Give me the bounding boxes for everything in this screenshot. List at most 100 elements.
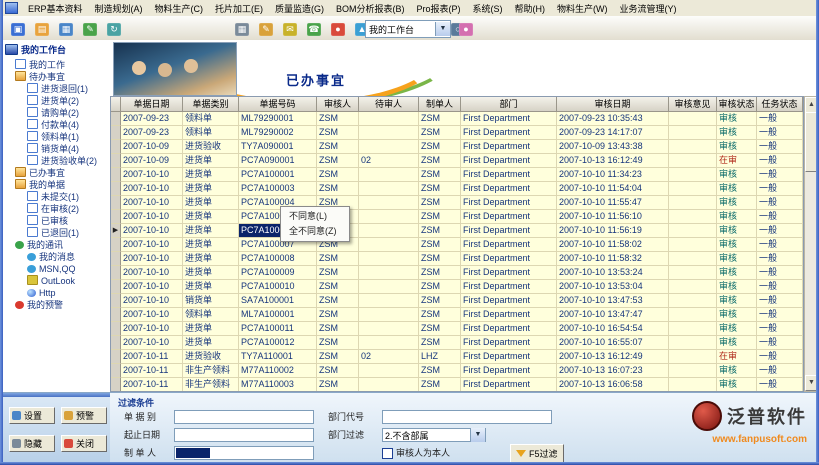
table-row[interactable]: 2007-10-10进货单PC7A100003ZSMZSMFirst Depar… — [111, 182, 803, 196]
sidebar-item[interactable]: 请购单(2) — [3, 107, 110, 119]
column-header[interactable]: 待审人 — [359, 97, 419, 112]
column-header[interactable]: 制单人 — [419, 97, 461, 112]
sidebar-item[interactable]: 领料单(1) — [3, 131, 110, 143]
notepad-icon[interactable]: ✎ — [255, 19, 277, 39]
save-icon[interactable]: ▦ — [55, 19, 77, 39]
auditor-is-self-checkbox[interactable] — [382, 448, 393, 459]
table-row[interactable]: 2007-09-23领料单ML79290002ZSMZSMFirst Depar… — [111, 126, 803, 140]
table-row[interactable]: 2007-10-10进货单PC7A100009ZSMZSMFirst Depar… — [111, 266, 803, 280]
sidebar-item[interactable]: 我的通讯 — [3, 239, 110, 251]
chevron-down-icon[interactable]: ▼ — [435, 22, 450, 36]
sidebar-item[interactable]: 销货单(4) — [3, 143, 110, 155]
sidebar-item[interactable]: MSN,QQ — [3, 263, 110, 275]
sidebar-item[interactable]: 我的单据 — [3, 179, 110, 191]
refresh-icon[interactable]: ↻ — [103, 19, 125, 39]
menu-item[interactable]: 系统(S) — [467, 3, 509, 15]
sidebar-item[interactable]: 未提交(1) — [3, 191, 110, 203]
table-row[interactable]: 2007-10-10销货单SA7A100001ZSMZSMFirst Depar… — [111, 294, 803, 308]
menu-item[interactable]: 物料生产(W) — [551, 3, 614, 15]
column-header[interactable]: 审核人 — [317, 97, 359, 112]
sidebar-item[interactable]: 已办事宜 — [3, 167, 110, 179]
table-row[interactable]: ▶2007-10-10进货单PC7A100006ZSMZSMFirst Depa… — [111, 224, 803, 238]
table-row[interactable]: 2007-10-11非生产领料M77A110003ZSMZSMFirst Dep… — [111, 378, 803, 392]
new-doc-icon[interactable]: ▣ — [7, 19, 29, 39]
brand-url[interactable]: www.fanpusoft.com — [692, 434, 807, 445]
date-range-input[interactable] — [174, 428, 314, 442]
column-header[interactable]: 部门 — [461, 97, 557, 112]
table-row[interactable]: 2007-10-10进货单PC7A100011ZSMZSMFirst Depar… — [111, 322, 803, 336]
column-header[interactable]: 审核意见 — [669, 97, 717, 112]
row-indicator — [111, 182, 121, 196]
sidebar-item[interactable]: 在审核(2) — [3, 203, 110, 215]
sidebar-item[interactable]: 我的工作 — [3, 59, 110, 71]
column-header[interactable]: 审核状态 — [717, 97, 757, 112]
table-row[interactable]: 2007-10-11非生产领料M77A110002ZSMZSMFirst Dep… — [111, 364, 803, 378]
f5-filter-button[interactable]: F5过滤 — [510, 444, 564, 463]
filter-panel: 过滤条件 单 据 别 部门代号 起止日期 部门过滤 2.不含部属 ▼ 制 单 人… — [110, 392, 819, 462]
menu-item[interactable]: 托片加工(E) — [209, 3, 269, 15]
edit-icon[interactable]: ✎ — [79, 19, 101, 39]
alert-button[interactable]: 预警 — [61, 407, 107, 424]
settings-button[interactable]: 设置 — [9, 407, 55, 424]
table-row[interactable]: 2007-10-10进货单PC7A100012ZSMZSMFirst Depar… — [111, 336, 803, 350]
calculator-icon[interactable]: ▦ — [231, 19, 253, 39]
doc-icon — [27, 131, 38, 141]
context-menu: 不同意(L)全不同意(Z) — [280, 206, 350, 242]
column-header[interactable]: 单据日期 — [121, 97, 183, 112]
menu-item[interactable]: 帮助(H) — [509, 3, 552, 15]
sidebar-item-label: 我的消息 — [39, 252, 75, 262]
row-indicator — [111, 280, 121, 294]
user-icon[interactable]: ● — [455, 19, 477, 39]
alarm-icon[interactable]: ● — [327, 19, 349, 39]
table-row[interactable]: 2007-09-23领料单ML79290001ZSMZSMFirst Depar… — [111, 112, 803, 126]
table-cell — [359, 252, 419, 266]
column-header[interactable]: 任务状态 — [757, 97, 803, 112]
table-row[interactable]: 2007-10-11进货验收TY7A110001ZSM02LHZFirst De… — [111, 350, 803, 364]
folder-icon — [15, 179, 26, 189]
column-header[interactable]: 审核日期 — [557, 97, 669, 112]
sidebar-item[interactable]: 我的预警 — [3, 299, 110, 311]
table-row[interactable]: 2007-10-10进货单PC7A100005ZSMZSMFirst Depar… — [111, 210, 803, 224]
sidebar-item[interactable]: 付款单(4) — [3, 119, 110, 131]
menu-item[interactable]: 质量监造(G) — [269, 3, 330, 15]
sidebar-item[interactable]: 进货验收单(2) — [3, 155, 110, 167]
column-header[interactable]: 单据类别 — [183, 97, 239, 112]
table-row[interactable]: 2007-10-10进货单PC7A100010ZSMZSMFirst Depar… — [111, 280, 803, 294]
menu-item[interactable]: Pro报表(P) — [411, 3, 467, 15]
menu-item[interactable]: 制造规划(A) — [89, 3, 149, 15]
sidebar-item[interactable]: 已审核 — [3, 215, 110, 227]
table-row[interactable]: 2007-10-09进货验收TY7A090001ZSMZSMFirst Depa… — [111, 140, 803, 154]
open-folder-icon[interactable]: ▤ — [31, 19, 53, 39]
sidebar-item[interactable]: OutLook — [3, 275, 110, 287]
table-row[interactable]: 2007-10-10进货单PC7A100008ZSMZSMFirst Depar… — [111, 252, 803, 266]
sidebar-item[interactable]: 进货单(2) — [3, 95, 110, 107]
table-row[interactable]: 2007-10-10领料单ML7A100001ZSMZSMFirst Depar… — [111, 308, 803, 322]
sidebar-item[interactable]: 进货退回(1) — [3, 83, 110, 95]
workspace-combobox[interactable]: 我的工作台 ▼ — [365, 20, 451, 38]
menu-item[interactable]: 物料生产(C) — [149, 3, 210, 15]
creator-input[interactable] — [174, 446, 314, 460]
sidebar-item[interactable]: 已退回(1) — [3, 227, 110, 239]
sidebar-item[interactable]: Http — [3, 287, 110, 299]
dept-filter-dropdown[interactable]: 2.不含部属 ▼ — [382, 428, 486, 442]
menu-item[interactable]: 业务流管理(Y) — [614, 3, 683, 15]
sidebar-item[interactable]: 我的消息 — [3, 251, 110, 263]
table-row[interactable]: 2007-10-10进货单PC7A100007ZSMZSMFirst Depar… — [111, 238, 803, 252]
phone-icon[interactable]: ☎ — [303, 19, 325, 39]
close-button[interactable]: 关闭 — [61, 435, 107, 452]
table-row[interactable]: 2007-10-10进货单PC7A100004ZSMZSMFirst Depar… — [111, 196, 803, 210]
context-menu-item[interactable]: 不同意(L) — [281, 209, 349, 224]
table-row[interactable]: 2007-10-10进货单PC7A100001ZSMZSMFirst Depar… — [111, 168, 803, 182]
menu-item[interactable]: ERP基本资料 — [22, 3, 89, 15]
mail-icon[interactable]: ✉ — [279, 19, 301, 39]
dept-code-input[interactable] — [382, 410, 552, 424]
sidebar-item[interactable]: 待办事宜 — [3, 71, 110, 83]
sidebar-root-node[interactable]: 我的工作台 — [3, 40, 110, 59]
context-menu-item[interactable]: 全不同意(Z) — [281, 224, 349, 239]
column-header[interactable]: 单据号码 — [239, 97, 317, 112]
table-row[interactable]: 2007-10-09进货单PC7A090001ZSM02ZSMFirst Dep… — [111, 154, 803, 168]
chevron-down-icon[interactable]: ▼ — [470, 428, 485, 442]
hide-button[interactable]: 隐藏 — [9, 435, 55, 452]
doc-type-input[interactable] — [174, 410, 314, 424]
menu-item[interactable]: BOM分析报表(B) — [330, 3, 411, 15]
